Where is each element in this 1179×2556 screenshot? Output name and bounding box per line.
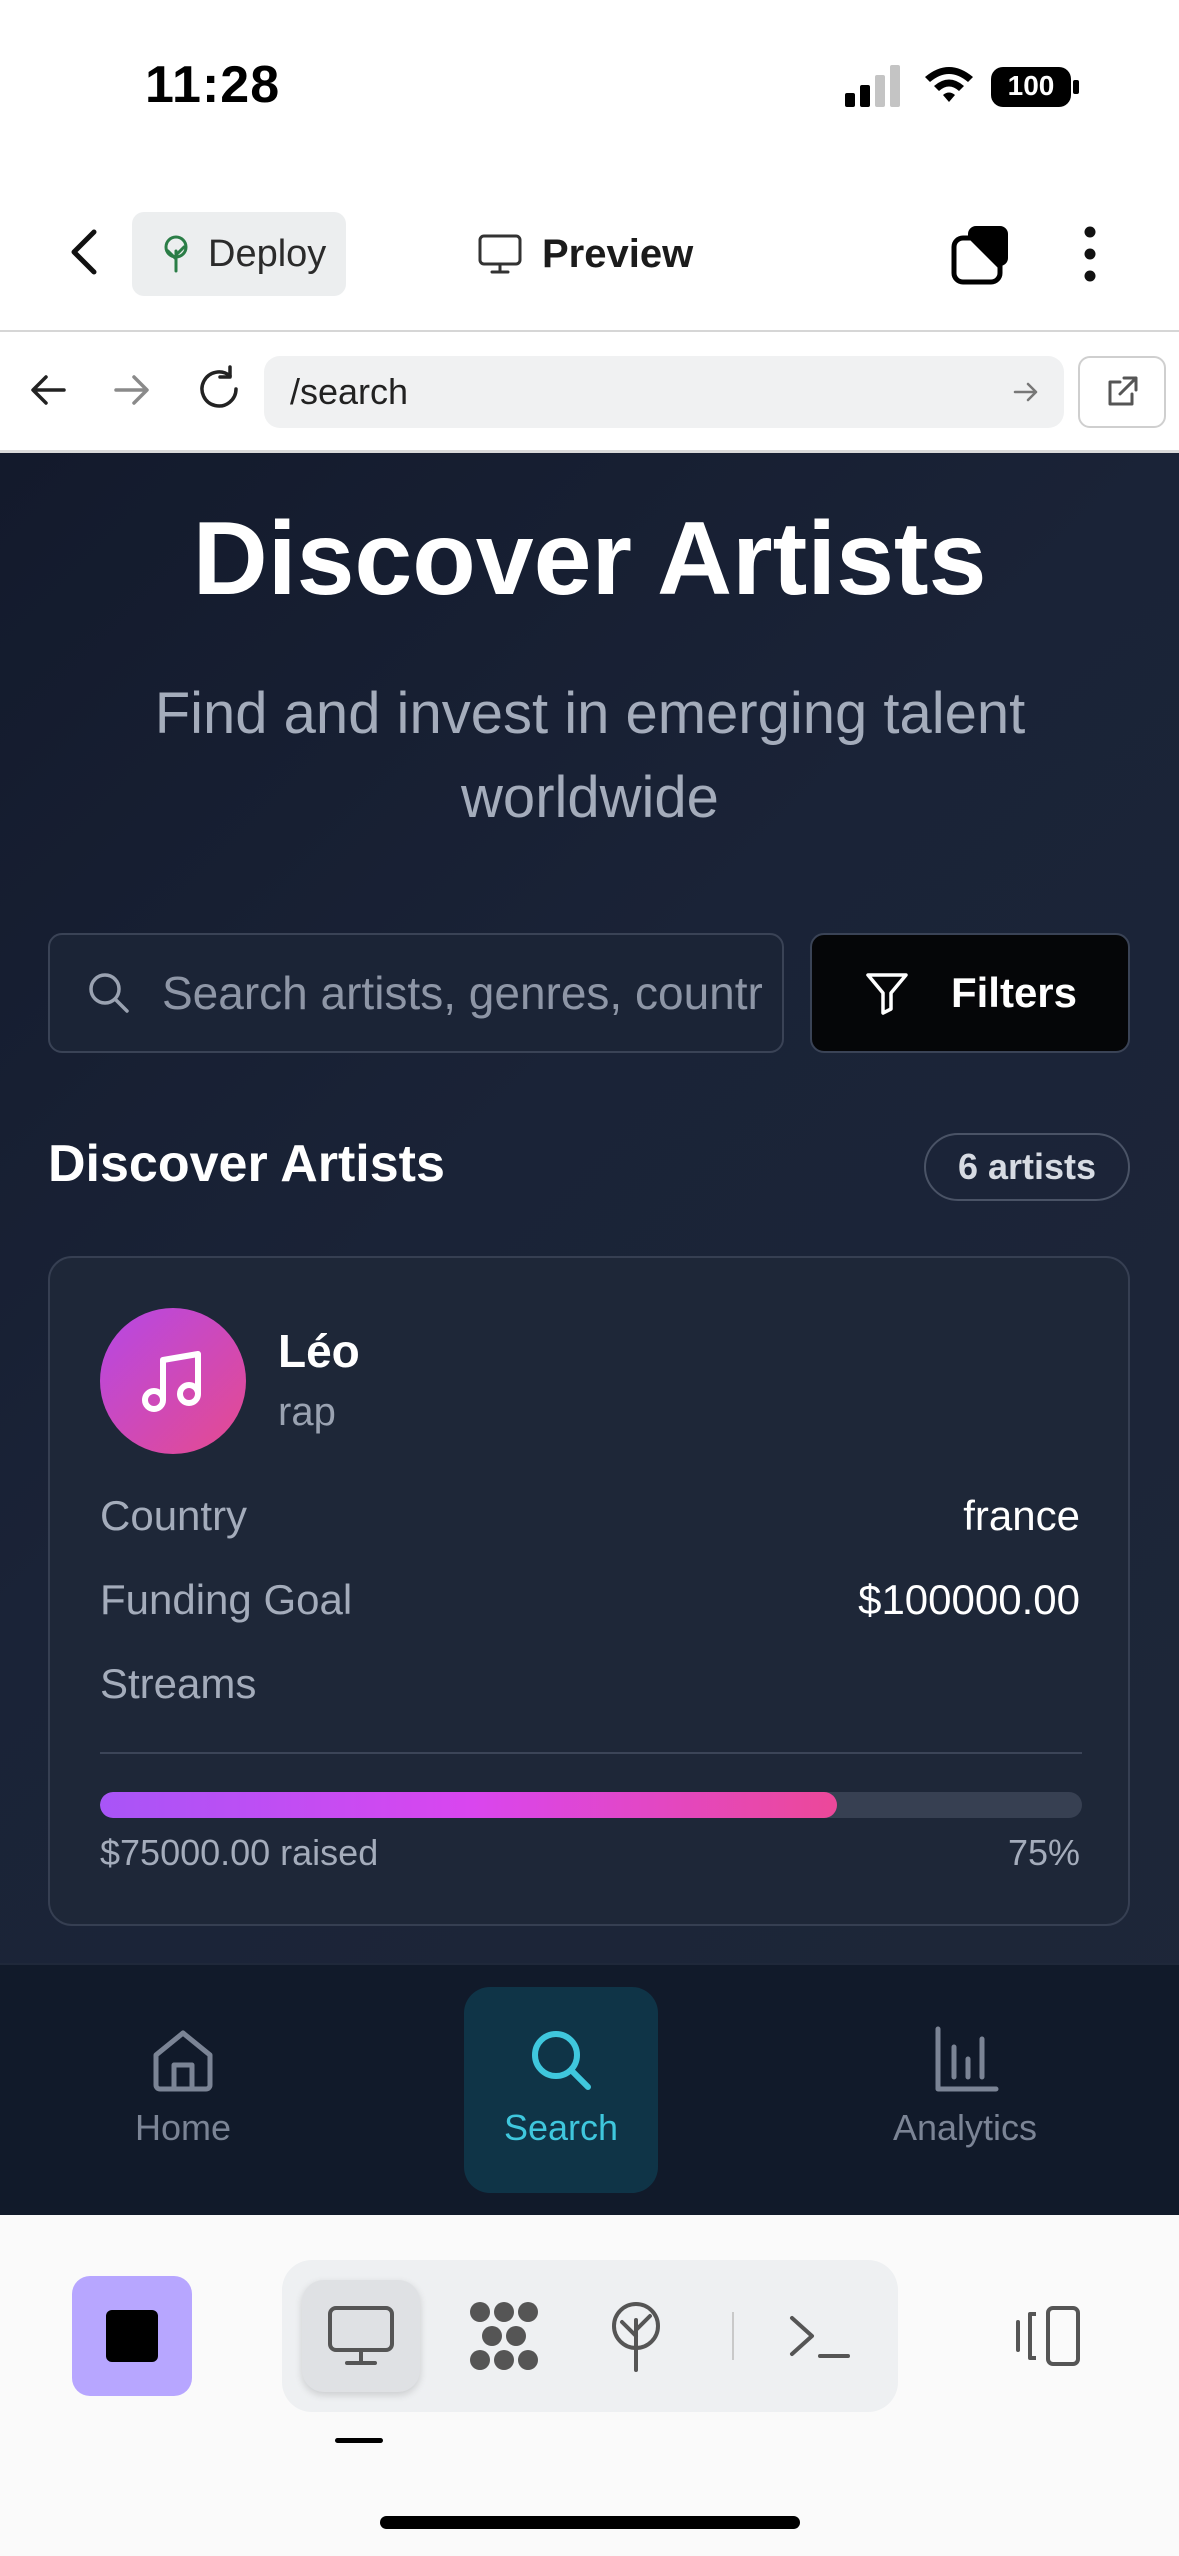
music-note-icon (142, 1351, 201, 1412)
country-value: france (963, 1492, 1080, 1539)
monitor-icon (328, 2306, 394, 2365)
browser-back-icon[interactable] (26, 368, 70, 412)
bottom-nav: Home Search Analytics (0, 1963, 1179, 2215)
artist-count-badge: 6 artists (924, 1133, 1130, 1201)
home-indicator (380, 2516, 800, 2529)
workflow-tool-button[interactable] (466, 2300, 542, 2372)
stop-icon (106, 2310, 158, 2362)
reload-icon[interactable] (194, 364, 244, 414)
card-divider (100, 1752, 1082, 1754)
filter-icon (866, 973, 908, 1015)
stop-button[interactable] (72, 2276, 192, 2396)
artist-name: Léo (278, 1325, 360, 1377)
status-icons: 100 (845, 63, 1081, 111)
funding-goal-value: $100000.00 (858, 1576, 1080, 1623)
funding-progress-bar (100, 1792, 1082, 1818)
search-icon (89, 973, 129, 1013)
header-divider (0, 330, 1179, 332)
nav-search[interactable]: Search (464, 1987, 658, 2193)
url-bar[interactable]: /search (264, 356, 1064, 428)
monitor-icon (478, 234, 522, 274)
funding-goal-label: Funding Goal (100, 1576, 353, 1623)
deploy-tree-icon (164, 235, 188, 273)
deploy-tool-button[interactable] (598, 2300, 674, 2372)
country-label: Country (100, 1492, 248, 1539)
signal-icon (845, 65, 900, 107)
funded-percent: 75% (1007, 1832, 1080, 1873)
search-icon (532, 2031, 591, 2090)
nav-home-label: Home (134, 2107, 232, 2148)
artist-card[interactable]: Léo rap Country france Funding Goal $100… (48, 1256, 1130, 1926)
preview-tool-button[interactable] (302, 2280, 420, 2392)
deploy-button[interactable]: Deploy (132, 212, 346, 296)
status-time: 11:28 (145, 56, 281, 114)
deploy-tree-icon (612, 2302, 660, 2372)
external-link-icon (1108, 376, 1138, 406)
page-title: Discover Artists (192, 501, 987, 617)
funding-progress-fill (100, 1792, 837, 1818)
nav-analytics[interactable]: Analytics (868, 1987, 1062, 2193)
terminal-icon (790, 2316, 850, 2358)
raised-amount: $75000.00 raised (100, 1832, 379, 1873)
workflow-icon (470, 2302, 538, 2370)
open-external-button[interactable] (1078, 356, 1166, 428)
search-input[interactable] (162, 966, 762, 1020)
preview-label: Preview (542, 231, 694, 276)
filters-button[interactable]: Filters (810, 933, 1130, 1053)
nav-home[interactable]: Home (86, 1987, 280, 2193)
browser-forward-icon[interactable] (110, 368, 154, 412)
wifi-icon (925, 67, 973, 102)
shell-tool-button[interactable] (782, 2300, 858, 2372)
artist-genre: rap (278, 1390, 336, 1434)
panel-toggle-icon[interactable] (1010, 2300, 1082, 2372)
url-text: /search (290, 371, 409, 412)
page-subtitle: Find and invest in emerging talent world… (154, 681, 1026, 830)
battery-level: 100 (1007, 70, 1055, 101)
streams-label: Streams (100, 1660, 257, 1707)
preview-title: Preview (478, 222, 693, 286)
home-icon (153, 2030, 213, 2092)
filters-label: Filters (950, 969, 1078, 1016)
tool-divider (732, 2312, 734, 2360)
go-arrow-icon (1013, 382, 1038, 402)
nav-analytics-label: Analytics (892, 2107, 1038, 2148)
back-icon[interactable] (60, 222, 110, 282)
section-title: Discover Artists (48, 1135, 445, 1193)
search-field[interactable] (48, 933, 784, 1053)
nav-search-label: Search (503, 2107, 619, 2148)
tabs-icon[interactable] (950, 222, 1014, 286)
bar-chart-icon (935, 2026, 999, 2092)
tool-switcher (282, 2260, 898, 2412)
artist-avatar (100, 1308, 246, 1454)
deploy-label: Deploy (208, 232, 327, 275)
more-options-icon[interactable] (1070, 222, 1110, 286)
active-tool-indicator (335, 2438, 383, 2443)
